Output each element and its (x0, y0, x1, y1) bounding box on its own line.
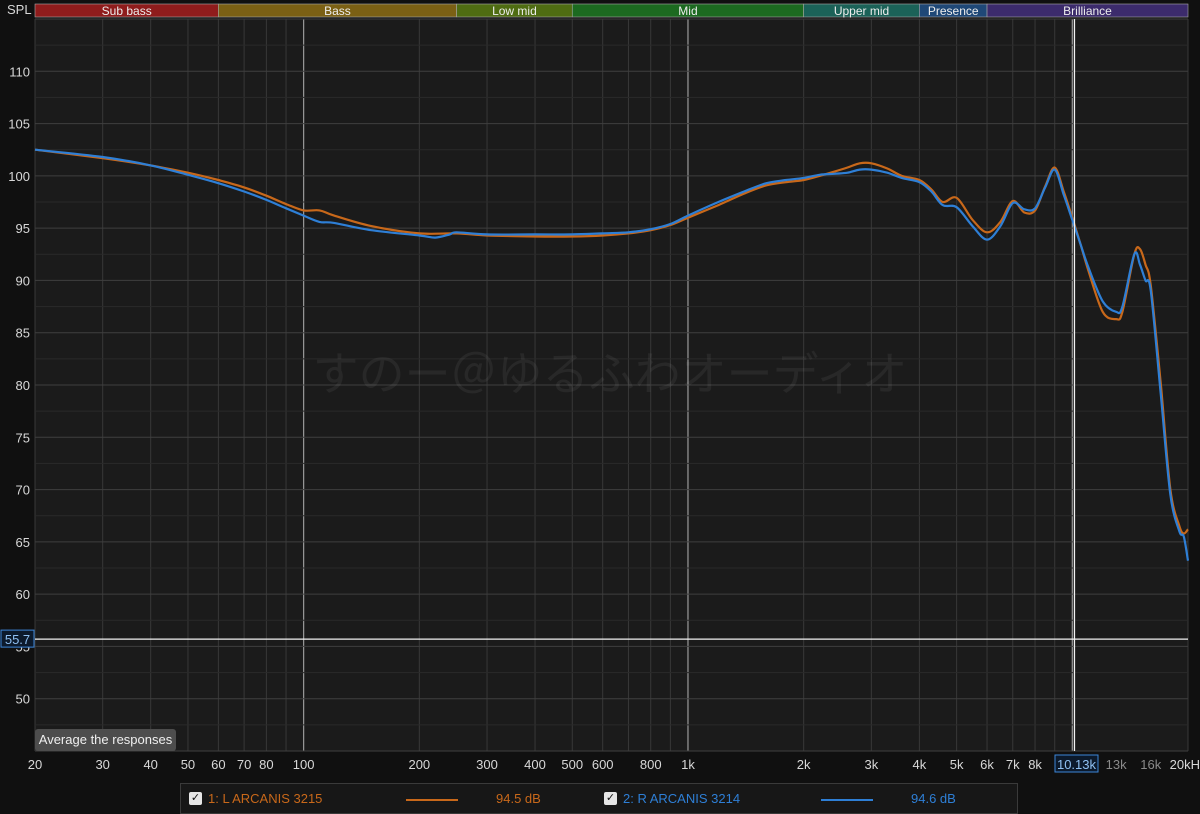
x-tick-label: 3k (864, 757, 878, 772)
frequency-band-label: Sub bass (102, 4, 152, 18)
y-tick-label: 80 (16, 378, 30, 393)
frequency-band-label: Mid (678, 4, 697, 18)
legend-series-name: 1: L ARCANIS 3215 (208, 791, 323, 806)
x-tick-label: 500 (561, 757, 583, 772)
y-axis-title: SPL (7, 2, 32, 17)
y-tick-label: 105 (8, 117, 30, 132)
frequency-response-chart[interactable]: 50556065707580859095100105110SPL20304050… (0, 0, 1200, 782)
x-tick-label: 6k (980, 757, 994, 772)
y-tick-label: 85 (16, 326, 30, 341)
legend-series-value: 94.6 dB (911, 791, 956, 806)
x-tick-label: 20kH (1170, 757, 1200, 772)
frequency-band-label: Low mid (492, 4, 537, 18)
legend-line-swatch (821, 799, 873, 801)
cursor-y-readout: 55.7 (5, 632, 30, 647)
y-tick-label: 100 (8, 169, 30, 184)
legend-series-name: 2: R ARCANIS 3214 (623, 791, 741, 806)
cursor-x-readout: 10.13k (1057, 757, 1097, 772)
x-tick-label: 800 (640, 757, 662, 772)
x-tick-label: 8k (1028, 757, 1042, 772)
checkbox-checked-icon[interactable]: ✓ (189, 792, 202, 805)
y-tick-label: 65 (16, 535, 30, 550)
y-tick-label: 90 (16, 273, 30, 288)
average-responses-button[interactable]: Average the responses (35, 729, 176, 751)
y-tick-label: 50 (16, 692, 30, 707)
frequency-band-label: Upper mid (834, 4, 889, 18)
watermark-text: すのー＠ゆるふわオーディオ (313, 347, 908, 401)
legend-bar: ✓ 1: L ARCANIS 3215 94.5 dB ✓ 2: R ARCAN… (180, 783, 1018, 814)
legend-item-right[interactable]: ✓ 2: R ARCANIS 3214 94.6 dB (596, 784, 1011, 814)
x-tick-label: 5k (950, 757, 964, 772)
y-tick-label: 95 (16, 221, 30, 236)
x-tick-label: 80 (259, 757, 273, 772)
x-tick-label: 7k (1006, 757, 1020, 772)
frequency-band-label: Brilliance (1063, 4, 1112, 18)
legend-line-swatch (406, 799, 458, 801)
x-tick-label: 60 (211, 757, 225, 772)
legend-item-left[interactable]: ✓ 1: L ARCANIS 3215 94.5 dB (181, 784, 596, 814)
x-tick-label: 40 (143, 757, 157, 772)
x-tick-label: 4k (912, 757, 926, 772)
x-tick-label: 200 (408, 757, 430, 772)
x-tick-label: 16k (1140, 757, 1161, 772)
x-tick-label: 400 (524, 757, 546, 772)
y-tick-label: 60 (16, 587, 30, 602)
x-tick-label: 20 (28, 757, 42, 772)
frequency-band-label: Presence (928, 4, 979, 18)
legend-series-value: 94.5 dB (496, 791, 541, 806)
x-tick-label: 300 (476, 757, 498, 772)
x-tick-label: 600 (592, 757, 614, 772)
y-tick-label: 70 (16, 483, 30, 498)
x-tick-label: 1k (681, 757, 695, 772)
checkbox-checked-icon[interactable]: ✓ (604, 792, 617, 805)
x-tick-label: 30 (95, 757, 109, 772)
x-tick-label: 70 (237, 757, 251, 772)
x-tick-label: 13k (1106, 757, 1127, 772)
y-tick-label: 75 (16, 430, 30, 445)
y-tick-label: 110 (9, 64, 30, 79)
frequency-band-label: Bass (324, 4, 351, 18)
x-tick-label: 100 (293, 757, 315, 772)
x-tick-label: 2k (797, 757, 811, 772)
x-tick-label: 50 (181, 757, 195, 772)
